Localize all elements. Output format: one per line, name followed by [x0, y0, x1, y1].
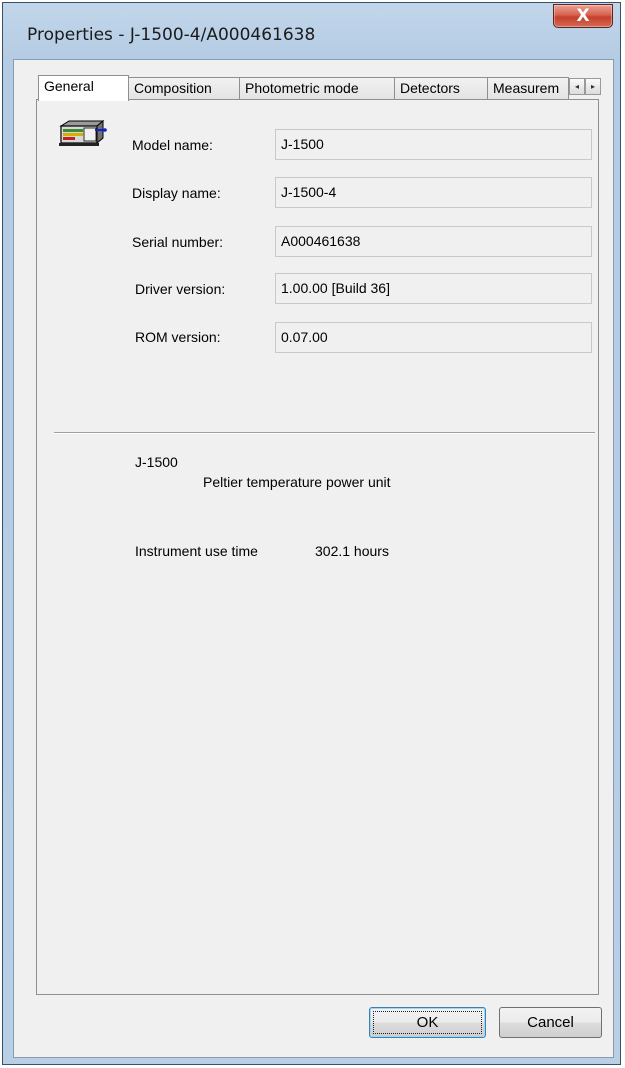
tab-general[interactable]: General [38, 75, 129, 101]
accessory-text: Peltier temperature power unit [203, 474, 391, 490]
dialog-client-area: General Composition Photometric mode Det… [13, 59, 614, 1058]
display-name-label: Display name: [132, 185, 221, 201]
tab-composition[interactable]: Composition [128, 77, 240, 99]
use-time-label: Instrument use time [135, 543, 258, 559]
model-name-field: J-1500 [275, 129, 592, 160]
display-name-field: J-1500-4 [275, 177, 592, 208]
close-button[interactable]: X [553, 4, 613, 28]
model-name-label: Model name: [132, 137, 213, 153]
tab-photometric-mode[interactable]: Photometric mode [239, 77, 395, 99]
instrument-model-text: J-1500 [135, 454, 178, 470]
cancel-button-label: Cancel [527, 1014, 574, 1031]
scroll-right-arrow-icon[interactable]: ▸ [585, 78, 601, 95]
tab-strip: General Composition Photometric mode Det… [38, 75, 601, 101]
general-tab-panel: Model name: J-1500 Display name: J-1500-… [36, 99, 599, 995]
driver-version-label: Driver version: [135, 281, 226, 297]
title-bar[interactable]: Properties - J-1500-4/A000461638 X [3, 3, 620, 59]
properties-dialog: Properties - J-1500-4/A000461638 X Gener… [2, 2, 621, 1065]
ok-button[interactable]: OK [369, 1007, 486, 1038]
scroll-left-arrow-icon[interactable]: ◂ [569, 78, 585, 95]
serial-number-label: Serial number: [132, 234, 224, 250]
window-title: Properties - J-1500-4/A000461638 [27, 25, 316, 45]
rom-version-label: ROM version: [135, 329, 221, 345]
driver-version-field: 1.00.00 [Build 36] [275, 273, 592, 304]
section-divider [54, 432, 595, 434]
spectrometer-device-icon [59, 119, 107, 146]
use-time-value: 302.1 hours [315, 543, 389, 559]
tab-measurement[interactable]: Measurem [487, 77, 569, 99]
tab-detectors[interactable]: Detectors [394, 77, 488, 99]
cancel-button[interactable]: Cancel [499, 1007, 602, 1038]
focus-rectangle [373, 1011, 482, 1034]
serial-number-field: A000461638 [275, 226, 592, 257]
rom-version-field: 0.07.00 [275, 322, 592, 353]
